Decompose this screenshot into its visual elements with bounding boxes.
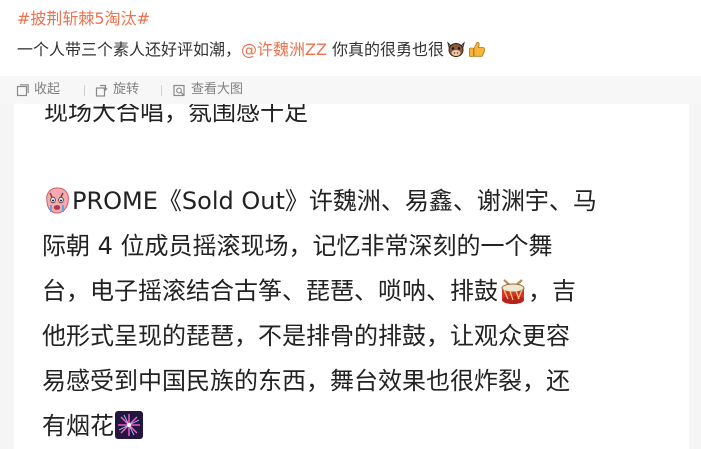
crying-face-emoji <box>42 185 72 215</box>
image-text-card: 现场大合唱，氛围感十足 PROME《Sold Out》许魏洲、易鑫、谢渊宇、马 … <box>14 104 689 449</box>
collapse-icon <box>16 83 29 97</box>
user-mention-link[interactable]: @许魏洲ZZ <box>241 40 327 59</box>
rotate-label: 旋转 <box>113 82 140 97</box>
collapse-label: 收起 <box>34 82 61 97</box>
image-text-line-6: 有烟花 <box>42 412 114 440</box>
zoom-image-icon <box>173 84 186 97</box>
image-text-line-2: 际朝 4 位成员摇滚现场，记忆非常深刻的一个舞 <box>42 232 553 260</box>
post-text-after: 你真的很勇也很 <box>326 40 445 59</box>
image-text-line: 台，电子摇滚结合古筝、琵琶、唢呐、排鼓 ，吉 <box>42 271 576 311</box>
image-text-line: PROME《Sold Out》许魏洲、易鑫、谢渊宇、马 <box>42 181 597 221</box>
weibo-post: #披荆斩棘5淘汰# 一个人带三个素人还好评如潮，@许魏洲ZZ 你真的很勇也很 收… <box>0 0 701 449</box>
image-text-line-3: 台，电子摇滚结合古筝、琵琶、唢呐、排鼓 <box>42 277 498 305</box>
post-image[interactable]: 现场大合唱，氛围感十足 PROME《Sold Out》许魏洲、易鑫、谢渊宇、马 … <box>0 104 701 449</box>
thumbs-up-emoji <box>468 40 486 65</box>
collapse-button[interactable]: 收起 <box>16 80 60 100</box>
rotate-button[interactable]: 旋转 <box>95 80 139 100</box>
post-text: 一个人带三个素人还好评如潮，@许魏洲ZZ 你真的很勇也很 <box>17 38 486 65</box>
fireworks-emoji <box>114 410 144 440</box>
image-text-line-1: PROME《Sold Out》许魏洲、易鑫、谢渊宇、马 <box>72 187 597 215</box>
rotate-icon <box>95 84 108 97</box>
view-large-button[interactable]: 查看大图 <box>173 80 243 100</box>
drum-emoji <box>498 275 528 305</box>
post-text-before: 一个人带三个素人还好评如潮， <box>17 40 242 59</box>
image-text-line-5: 易感受到中国民族的东西，舞台效果也很炸裂，还 <box>42 367 570 395</box>
toolbar-divider <box>161 85 162 96</box>
cow-emoji <box>446 40 466 65</box>
toolbar-divider <box>84 85 85 96</box>
image-text-line-4: 他形式呈现的琵琶，不是排骨的排鼓，让观众更容 <box>42 322 570 350</box>
image-text-line: 有烟花 <box>42 406 144 446</box>
view-large-label: 查看大图 <box>191 82 244 97</box>
image-toolbar: 收起 旋转 查看大图 <box>0 76 701 104</box>
image-text-cut-line: 现场大合唱，氛围感十足 <box>44 104 308 126</box>
image-text-line-3-end: ，吉 <box>528 277 576 305</box>
hashtag-link[interactable]: #披荆斩棘5淘汰# <box>17 8 150 30</box>
